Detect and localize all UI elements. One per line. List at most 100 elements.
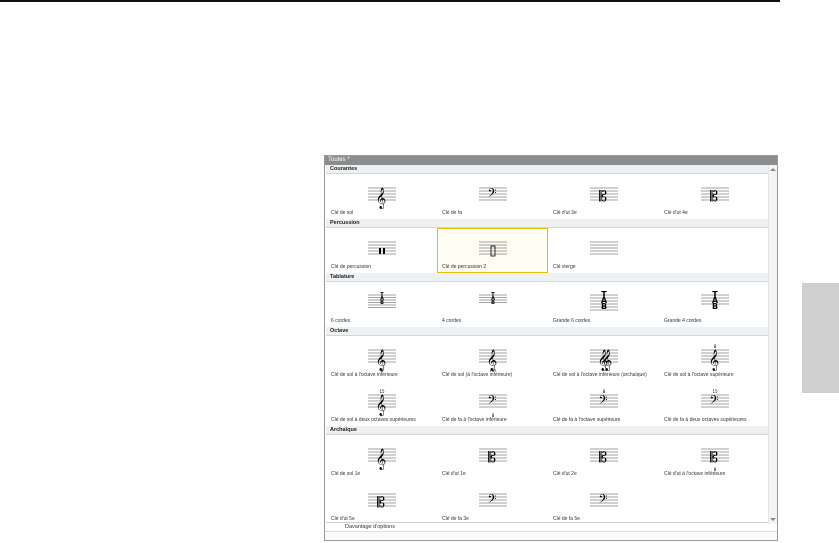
clef-cell-3-3[interactable]: 𝄞 8 Clé de sol à l'octave supérieure: [659, 336, 768, 381]
clef-label: Clé de sol: [331, 210, 354, 216]
palette-content: Courantes 𝄞 Clé de sol 𝄢 Clé de fa 𝄡 Clé d'ut …: [326, 165, 768, 524]
clef-cell-3-1[interactable]: 𝄞 (8) Clé de sol (à l'octave inférieure): [437, 336, 548, 381]
clef-cell-2-1[interactable]: TAB 4 cordes: [437, 282, 548, 327]
svg-text:𝄢: 𝄢: [487, 394, 496, 410]
clef-icon: 𝄞8: [701, 344, 729, 371]
clef-icon: 𝄡8: [701, 448, 729, 471]
svg-text:B: B: [712, 302, 718, 311]
clef-cell-4-4[interactable]: 𝄡 Clé d'ut 5e: [326, 480, 437, 524]
clef-icon: 𝄞(8): [479, 349, 507, 372]
palette-title[interactable]: Toutes *: [325, 156, 777, 165]
clef-label: Clé de sol à l'octave inférieure: [331, 372, 398, 378]
svg-text:𝄞: 𝄞: [376, 449, 387, 470]
clef-cell-4-3[interactable]: 𝄡 8 Clé d'ut à l'octave inférieure: [659, 435, 768, 480]
clef-icon: 𝄢: [479, 493, 507, 509]
clef-icon: 𝄢8: [479, 394, 507, 417]
clef-cell-2-2[interactable]: T A B Grande 6 cordes: [548, 282, 659, 327]
clef-icon: 𝄡: [590, 187, 618, 205]
scrollbar[interactable]: [768, 165, 777, 524]
svg-text:𝄢: 𝄢: [487, 187, 496, 203]
clef-icon: TAB: [479, 292, 507, 306]
svg-text:𝄡: 𝄡: [599, 450, 607, 466]
clef-cell-3-2[interactable]: 𝄞 𝄞 Clé de sol à l'octave inférieure (arch…: [548, 336, 659, 381]
clef-grid: 𝄞 Clé de sol 1e 𝄡 Clé d'ut 1e 𝄡 Clé d'ut 2e 𝄡 8…: [326, 435, 768, 524]
clef-icon: 𝄞15: [368, 389, 396, 416]
clef-cell-4-1[interactable]: 𝄡 Clé d'ut 1e: [437, 435, 548, 480]
clef-label: Grande 4 cordes: [664, 318, 702, 324]
clef-cell-0-1[interactable]: 𝄢 Clé de fa: [437, 174, 548, 219]
clef-grid: 𝄞 Clé de sol 𝄢 Clé de fa 𝄡 Clé d'ut 3e 𝄡 Clé d'…: [326, 174, 768, 219]
clef-label: Clé vierge: [553, 264, 576, 270]
scroll-up-icon[interactable]: [770, 168, 776, 171]
clef-cell-0-3[interactable]: 𝄡 Clé d'ut 4e: [659, 174, 768, 219]
clef-label: Clé de fa à l'octave inférieure: [442, 417, 507, 423]
clef-label: Clé de percussion 2: [442, 264, 487, 270]
clef-label: Clé d'ut 2e: [553, 471, 577, 477]
clef-label: Clé de fa à l'octave supérieure: [553, 417, 621, 423]
clef-icon: 𝄞8: [368, 349, 396, 372]
svg-text:8: 8: [603, 389, 606, 394]
clef-label: 4 cordes: [442, 318, 462, 324]
clef-cell-2-0[interactable]: TAB 6 cordes: [326, 282, 437, 327]
svg-text:B: B: [491, 300, 495, 306]
clef-cell-1-1[interactable]: Clé de percussion 2: [437, 228, 548, 273]
more-options-link[interactable]: Davantage d'options: [345, 524, 395, 530]
clef-icon: 𝄡: [590, 448, 618, 466]
section-header-2[interactable]: Tablature: [326, 273, 768, 282]
svg-text:𝄞: 𝄞: [376, 188, 387, 209]
clef-cell-3-7[interactable]: 𝄢 15 Clé de fa à deux octaves supérieures: [659, 381, 768, 426]
clef-cell-4-5[interactable]: 𝄢 Clé de fa 3e: [437, 480, 548, 524]
clef-label: Clé de sol (à l'octave inférieure): [442, 372, 513, 378]
clef-label: Clé d'ut 4e: [664, 210, 688, 216]
clef-cell-3-4[interactable]: 𝄞 15 Clé de sol à deux octaves supérieures: [326, 381, 437, 426]
side-panel-tab[interactable]: [802, 283, 839, 393]
clef-icon: [368, 241, 396, 255]
svg-text:𝄢: 𝄢: [487, 493, 496, 509]
clef-icon: 𝄞: [368, 187, 396, 209]
svg-text:𝄞: 𝄞: [602, 350, 613, 371]
clef-cell-0-0[interactable]: 𝄞 Clé de sol: [326, 174, 437, 219]
top-border-line: [0, 0, 780, 2]
svg-text:𝄡: 𝄡: [710, 189, 718, 205]
section-header-4[interactable]: Archaïque: [326, 426, 768, 435]
clef-icon: 𝄢15: [701, 389, 729, 410]
svg-text:𝄞: 𝄞: [376, 395, 387, 416]
svg-text:𝄡: 𝄡: [710, 450, 718, 466]
svg-text:15: 15: [379, 389, 385, 394]
clef-icon: 𝄡: [479, 448, 507, 466]
clef-label: Clé de sol à l'octave inférieure (archaï…: [553, 372, 647, 378]
clef-label: Grande 6 cordes: [553, 318, 591, 324]
svg-text:𝄢: 𝄢: [598, 493, 607, 509]
clef-icon: TAB: [368, 292, 396, 308]
svg-text:B: B: [601, 302, 607, 311]
clef-label: Clé de sol 1e: [331, 471, 361, 477]
clef-label: Clé de fa: [442, 210, 463, 216]
more-options-row[interactable]: Davantage d'options: [326, 522, 768, 531]
clef-icon: 𝄞𝄞: [590, 349, 618, 371]
svg-text:𝄢: 𝄢: [709, 394, 718, 410]
clef-cell-4-6[interactable]: 𝄢 Clé de fa 5e: [548, 480, 659, 524]
clef-cell-4-2[interactable]: 𝄡 Clé d'ut 2e: [548, 435, 659, 480]
section-header-0[interactable]: Courantes: [326, 165, 768, 174]
clef-icon: 𝄡: [701, 187, 729, 205]
clef-label: Clé de percussion: [331, 264, 372, 270]
svg-text:𝄡: 𝄡: [377, 495, 385, 511]
clef-cell-4-0[interactable]: 𝄞 Clé de sol 1e: [326, 435, 437, 480]
clef-cell-3-6[interactable]: 𝄢 8 Clé de fa à l'octave supérieure: [548, 381, 659, 426]
scroll-down-icon[interactable]: [770, 518, 776, 521]
clef-cell-3-5[interactable]: 𝄢 8 Clé de fa à l'octave inférieure: [437, 381, 548, 426]
clef-label: Clé d'ut 3e: [553, 210, 577, 216]
clef-cell-2-3[interactable]: T A B Grande 4 cordes: [659, 282, 768, 327]
section-header-1[interactable]: Percussion: [326, 219, 768, 228]
clef-cell-0-2[interactable]: 𝄡 Clé d'ut 3e: [548, 174, 659, 219]
clef-palette: Toutes * Courantes 𝄞 Clé de sol 𝄢 Clé de fa 𝄡…: [324, 155, 778, 541]
clef-label: 6 cordes: [331, 318, 351, 324]
clef-label: Clé de sol à deux octaves supérieures: [331, 417, 416, 423]
clef-cell-1-2[interactable]: Clé vierge: [548, 228, 659, 273]
clef-cell-1-0[interactable]: Clé de percussion: [326, 228, 437, 273]
clef-grid: Clé de percussion Clé de percussion 2 Clé …: [326, 228, 768, 273]
clef-cell-3-0[interactable]: 𝄞 8 Clé de sol à l'octave inférieure: [326, 336, 437, 381]
clef-icon: 𝄢: [590, 493, 618, 509]
section-header-3[interactable]: Octave: [326, 327, 768, 336]
clef-icon: [590, 241, 618, 255]
